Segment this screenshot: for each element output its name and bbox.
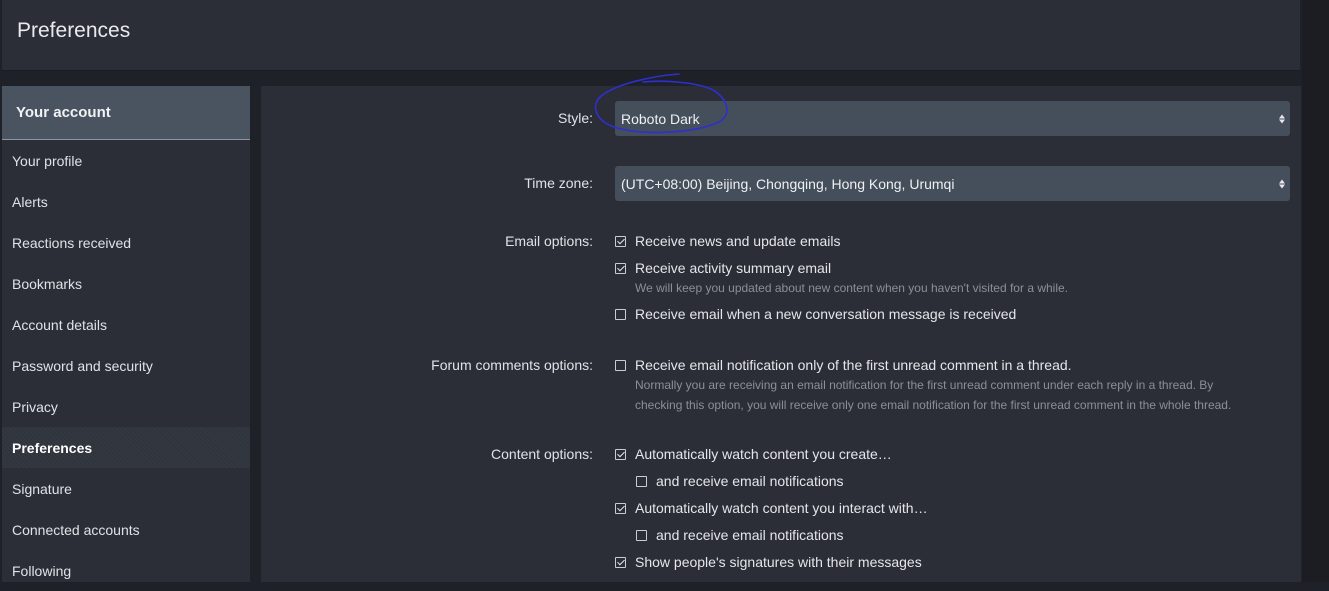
watch-create-label: Automatically watch content you create… [635, 446, 892, 462]
select-arrows-icon [1278, 114, 1285, 123]
email-conversation-label: Receive email when a new conversation me… [635, 306, 1017, 322]
watch-interact-email-label: and receive email notifications [656, 527, 844, 543]
sidebar-item-password-and-security[interactable]: Password and security [2, 345, 250, 386]
sidebar-item-signature[interactable]: Signature [2, 468, 250, 509]
account-sidebar: Your account Your profile Alerts Reactio… [2, 86, 250, 582]
watch-interact-option[interactable]: Automatically watch content you interact… [615, 500, 928, 516]
forum-first-unread-label: Receive email notification only of the f… [635, 357, 1072, 373]
watch-create-checkbox[interactable] [615, 448, 626, 460]
sidebar-item-preferences[interactable]: Preferences [2, 427, 250, 468]
sidebar-item-following[interactable]: Following [2, 550, 250, 591]
email-options-label: Email options: [505, 233, 593, 249]
page-title: Preferences [17, 19, 131, 42]
forum-comments-hint-line-1: Normally you are receiving an email noti… [635, 378, 1214, 392]
sidebar-section-your-account: Your account [2, 86, 250, 140]
email-activity-hint: We will keep you updated about new conte… [635, 281, 1069, 295]
sidebar-item-alerts[interactable]: Alerts [2, 181, 250, 222]
sidebar-item-privacy[interactable]: Privacy [2, 386, 250, 427]
page-header: Preferences [2, 0, 1300, 71]
watch-interact-email-option[interactable]: and receive email notifications [636, 527, 844, 543]
watch-create-email-label: and receive email notifications [656, 473, 844, 489]
watch-create-email-checkbox[interactable] [636, 475, 647, 487]
email-news-option[interactable]: Receive news and update emails [615, 233, 840, 249]
watch-interact-label: Automatically watch content you interact… [635, 500, 928, 516]
timezone-select[interactable]: (UTC+08:00) Beijing, Chongqing, Hong Kon… [615, 166, 1290, 201]
email-activity-option[interactable]: Receive activity summary email [615, 260, 831, 276]
email-news-checkbox[interactable] [615, 235, 626, 247]
watch-interact-checkbox[interactable] [615, 502, 626, 514]
forum-comments-hint-line-2: checking this option, you will receive o… [635, 398, 1232, 412]
forum-first-unread-option[interactable]: Receive email notification only of the f… [615, 357, 1072, 373]
sidebar-item-bookmarks[interactable]: Bookmarks [2, 263, 250, 304]
show-signatures-label: Show people's signatures with their mess… [635, 554, 922, 570]
email-news-label: Receive news and update emails [635, 233, 841, 249]
right-edge-gutter [1302, 0, 1329, 582]
sidebar-item-account-details[interactable]: Account details [2, 304, 250, 345]
content-options-label: Content options: [491, 446, 593, 462]
email-conversation-option[interactable]: Receive email when a new conversation me… [615, 306, 1016, 322]
select-arrows-icon [1278, 179, 1285, 188]
sidebar-item-reactions-received[interactable]: Reactions received [2, 222, 250, 263]
preferences-form: Style: Roboto Dark Time zone: (UTC+08:00… [261, 73, 1301, 582]
watch-create-option[interactable]: Automatically watch content you create… [615, 446, 892, 462]
watch-interact-email-checkbox[interactable] [636, 529, 647, 541]
sidebar-item-your-profile[interactable]: Your profile [2, 140, 250, 181]
style-label: Style: [557, 110, 593, 126]
show-signatures-option[interactable]: Show people's signatures with their mess… [615, 554, 922, 570]
timezone-select-value: (UTC+08:00) Beijing, Chongqing, Hong Kon… [621, 175, 955, 192]
timezone-label: Time zone: [524, 175, 593, 191]
style-select[interactable]: Roboto Dark [615, 101, 1290, 136]
forum-first-unread-checkbox[interactable] [615, 359, 626, 371]
style-select-value: Roboto Dark [621, 110, 700, 127]
forum-comments-options-label: Forum comments options: [431, 357, 593, 373]
sidebar-item-connected-accounts[interactable]: Connected accounts [2, 509, 250, 550]
email-activity-checkbox[interactable] [615, 262, 626, 274]
watch-create-email-option[interactable]: and receive email notifications [636, 473, 844, 489]
email-activity-label: Receive activity summary email [635, 260, 832, 276]
email-conversation-checkbox[interactable] [615, 308, 626, 320]
show-signatures-checkbox[interactable] [615, 556, 626, 568]
